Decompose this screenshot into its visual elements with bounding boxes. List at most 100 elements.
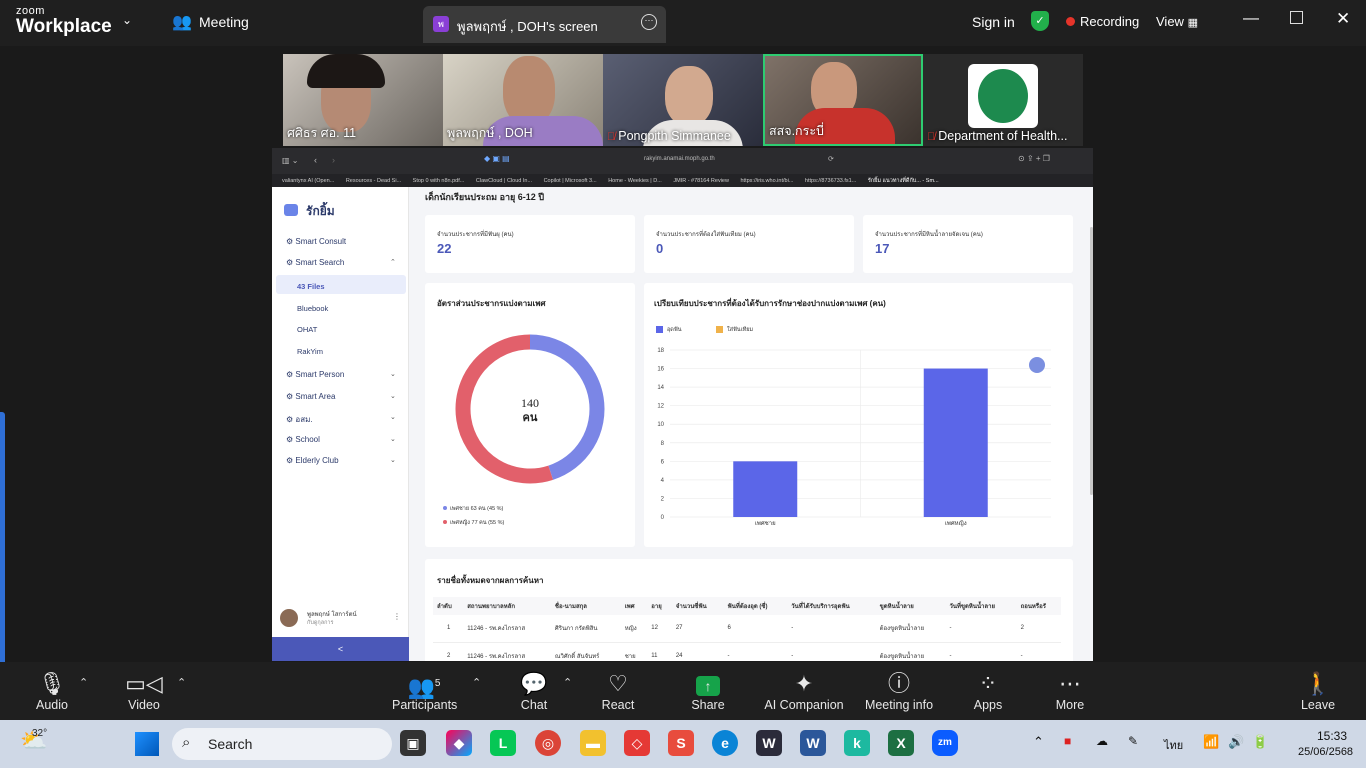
chevron-down-icon[interactable]: ⌄ xyxy=(390,413,396,421)
chevron-down-icon[interactable]: ⌄ xyxy=(390,435,396,443)
column-header[interactable]: สถานพยาบาลหลัก xyxy=(463,597,551,615)
floating-action-button[interactable] xyxy=(1029,357,1045,373)
chevron-up-icon[interactable]: ⌃ xyxy=(390,258,396,266)
video-tile[interactable]: ศศิธร ศอ. 11 xyxy=(283,54,443,146)
react-button[interactable]: ♡ React xyxy=(598,670,638,712)
battery-icon[interactable]: 🔋 xyxy=(1252,734,1268,750)
column-header[interactable]: ขูดหินน้ำลาย xyxy=(876,597,946,615)
input-language[interactable]: ไทย xyxy=(1164,736,1183,754)
ai-companion-button[interactable]: ✦ AI Companion xyxy=(764,670,844,712)
zoom-app-icon[interactable]: zm xyxy=(932,730,958,756)
column-header[interactable]: วันที่ขูดหินน้ำลาย xyxy=(945,597,1016,615)
video-tile-active-speaker[interactable]: สสจ.กระบี่ xyxy=(763,54,923,146)
excel-icon[interactable]: X xyxy=(888,730,914,756)
audio-options-chevron-up-icon[interactable]: ⌃ xyxy=(79,676,88,689)
column-header[interactable]: วันที่ได้รับบริการอุดฟัน xyxy=(787,597,875,615)
video-button[interactable]: ▭◁ Video xyxy=(122,670,166,712)
browser-tab-active[interactable]: รักยิ้ม แนวทางที่ดีกับ... - Sm... xyxy=(868,177,939,185)
wifi-icon[interactable]: 📶 xyxy=(1203,734,1219,750)
column-header[interactable]: อายุ xyxy=(647,597,672,615)
kakao-app-icon[interactable]: k xyxy=(844,730,870,756)
anydesk-icon[interactable]: ◇ xyxy=(624,730,650,756)
chrome-icon[interactable]: ◎ xyxy=(535,730,561,756)
browser-tab[interactable]: https://iris.who.int/bi... xyxy=(741,178,794,184)
minimize-icon[interactable]: — xyxy=(1243,10,1259,28)
video-tile[interactable]: 🎙̸ Pongpith Simmanee xyxy=(603,54,763,146)
table-row[interactable]: 1 11246 - รพ.คงไกรลาส ศิรินภา กรัดพิสิน … xyxy=(433,615,1061,642)
share-button[interactable]: ↑ Share xyxy=(686,670,730,712)
video-tile[interactable]: พูลพฤกษ์ , DOH xyxy=(443,54,603,146)
clock-time[interactable]: 15:33 xyxy=(1317,729,1347,743)
edge-icon[interactable]: e xyxy=(712,730,738,756)
line-app-icon[interactable]: L xyxy=(490,730,516,756)
subnav-ohat[interactable]: OHAT xyxy=(297,325,317,334)
video-tile[interactable]: 🎙̸ Department of Health... xyxy=(923,54,1083,146)
subnav-bluebook[interactable]: Bluebook xyxy=(297,304,328,313)
video-options-chevron-up-icon[interactable]: ⌃ xyxy=(177,676,186,689)
participants-button[interactable]: 👥5 Participants xyxy=(392,670,457,712)
temperature[interactable]: 32° xyxy=(32,728,47,739)
extension-icon[interactable]: ◆ ▣ ▤ xyxy=(484,154,510,163)
browser-tab[interactable]: JMIR - #78164 Review xyxy=(673,178,729,184)
chat-button[interactable]: 💬 Chat xyxy=(514,670,554,712)
recording-indicator[interactable]: Recording xyxy=(1066,14,1139,29)
nav-smart-consult[interactable]: ⚙ Smart Consult xyxy=(286,237,346,246)
chat-options-chevron-up-icon[interactable]: ⌃ xyxy=(563,676,572,689)
browser-tab[interactable]: valiantynx AI (Open... xyxy=(282,178,334,184)
nav-smart-search[interactable]: ⚙ Smart Search xyxy=(286,258,344,267)
nav-smart-person[interactable]: ⚙ Smart Person xyxy=(286,370,344,379)
nav-osm[interactable]: ⚙ อสม. xyxy=(286,413,313,426)
sign-in-button[interactable]: Sign in xyxy=(972,14,1015,30)
taskbar-search-box[interactable]: ⌕ Search xyxy=(172,728,392,760)
close-icon[interactable]: ✕ xyxy=(1336,9,1350,29)
task-view-icon[interactable]: ▣ xyxy=(400,730,426,756)
word-icon[interactable]: W xyxy=(800,730,826,756)
browser-tab[interactable]: Copilot | Microsoft 3... xyxy=(544,178,597,184)
encryption-shield-icon[interactable]: ✓ xyxy=(1031,11,1049,31)
volume-icon[interactable]: 🔊 xyxy=(1228,734,1244,750)
forward-icon[interactable]: › xyxy=(332,155,335,165)
browser-tab[interactable]: Resources - Dead Si... xyxy=(346,178,401,184)
scrollbar[interactable] xyxy=(1090,227,1093,495)
apps-button[interactable]: ⁘ Apps xyxy=(968,670,1008,712)
subnav-rakyim[interactable]: RakYim xyxy=(297,347,323,356)
sidebar-toggle-icon[interactable]: ▥ ⌄ xyxy=(282,156,298,165)
nav-elderly-club[interactable]: ⚙ Elderly Club xyxy=(286,456,339,465)
subnav-43-files[interactable]: 43 Files xyxy=(297,282,325,291)
more-button[interactable]: ⋯ More xyxy=(1050,670,1090,712)
more-options-icon[interactable]: ··· xyxy=(641,14,657,30)
wetv-app-icon[interactable]: W xyxy=(756,730,782,756)
meeting-info-button[interactable]: ⓘ Meeting info xyxy=(864,670,934,712)
column-header[interactable]: ชื่อ-นามสกุล xyxy=(551,597,621,615)
tray-pen-icon[interactable]: ✎ xyxy=(1128,734,1138,748)
chevron-down-icon[interactable]: ⌄ xyxy=(390,456,396,464)
leave-button[interactable]: 🚶 Leave xyxy=(1298,670,1338,712)
reload-icon[interactable]: ⟳ xyxy=(828,155,834,163)
column-header[interactable]: เพศ xyxy=(621,597,648,615)
participants-options-chevron-up-icon[interactable]: ⌃ xyxy=(472,676,481,689)
column-header[interactable]: ถอนหรือรั xyxy=(1017,597,1061,615)
browser-tab[interactable]: ClawCloud | Cloud In... xyxy=(476,178,532,184)
audio-button[interactable]: 🎙 Audio xyxy=(30,670,74,712)
back-icon[interactable]: ‹ xyxy=(314,155,317,165)
browser-url[interactable]: rakyim.anamai.moph.go.th xyxy=(644,156,715,162)
browser-tab[interactable]: https://8736733.fs1... xyxy=(805,178,856,184)
nav-smart-area[interactable]: ⚙ Smart Area xyxy=(286,392,335,401)
slides-app-icon[interactable]: S xyxy=(668,730,694,756)
table-row[interactable]: 2 11246 - รพ.คงไกรลาส ณวิศักดิ์ สันจันทร… xyxy=(433,642,1061,661)
clock-date[interactable]: 25/06/2568 xyxy=(1298,746,1353,758)
copilot-icon[interactable]: ◆ xyxy=(446,730,472,756)
meeting-tab[interactable]: Meeting xyxy=(199,14,249,30)
restore-icon[interactable] xyxy=(1290,11,1303,24)
browser-actions-icon[interactable]: ⊙ ⇪ + ❐ xyxy=(1018,154,1050,163)
tray-app-icon[interactable]: ■ xyxy=(1064,734,1071,748)
column-header[interactable]: จำนวนซี่ฟัน xyxy=(672,597,724,615)
shared-screen-tab[interactable]: พ พูลพฤกษ์ , DOH's screen ··· xyxy=(423,6,666,43)
tray-cloud-icon[interactable]: ☁ xyxy=(1096,734,1108,748)
browser-tab[interactable]: Home - Weekies | D... xyxy=(608,178,662,184)
user-menu-icon[interactable]: ⋮ xyxy=(393,612,401,621)
chevron-down-icon[interactable]: ⌄ xyxy=(390,392,396,400)
column-header[interactable]: ฟันที่ต้องอุด (ซี่) xyxy=(724,597,788,615)
nav-school[interactable]: ⚙ School xyxy=(286,435,320,444)
avatar[interactable] xyxy=(280,609,298,627)
